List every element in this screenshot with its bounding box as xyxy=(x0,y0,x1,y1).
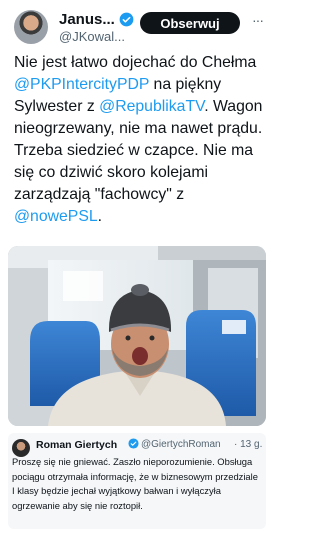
more-options-icon[interactable]: ··· xyxy=(252,12,264,28)
quoted-reply[interactable]: Roman Giertych @GiertychRoman · 13 g. Pr… xyxy=(8,433,266,529)
tweet-header: Janus... @JKowal... Obserwuj ··· xyxy=(0,0,272,48)
mention-republikatv[interactable]: @RepublikaTV xyxy=(99,98,204,115)
verified-badge-icon xyxy=(119,12,134,26)
reply-author-name[interactable]: Roman Giertych xyxy=(36,439,117,451)
verified-badge-icon xyxy=(128,438,139,449)
author-handle[interactable]: @JKowal... xyxy=(59,29,125,44)
train-interior-photo xyxy=(8,246,266,426)
mention-pkpintercity[interactable]: @PKPIntercityPDP xyxy=(14,76,149,93)
author-name[interactable]: Janus... xyxy=(59,11,115,28)
tweet-text-segment: Nie jest łatwo dojechać do Chełma xyxy=(14,54,257,71)
reply-timestamp[interactable]: · 13 g. xyxy=(234,439,262,450)
follow-button[interactable]: Obserwuj xyxy=(140,12,240,34)
tweet-text: Nie jest łatwo dojechać do Chełma @PKPIn… xyxy=(14,52,266,228)
author-name-row: Janus... xyxy=(59,10,134,28)
tweet-text-segment: . xyxy=(97,208,103,225)
tweet-photo[interactable] xyxy=(8,246,266,426)
reply-text: Proszę się nie gniewać. Zaszło nieporozu… xyxy=(12,456,258,511)
mention-nowepsl[interactable]: @nowePSL xyxy=(14,208,98,225)
author-avatar[interactable] xyxy=(14,10,48,44)
reply-author-handle[interactable]: @GiertychRoman xyxy=(141,439,221,450)
